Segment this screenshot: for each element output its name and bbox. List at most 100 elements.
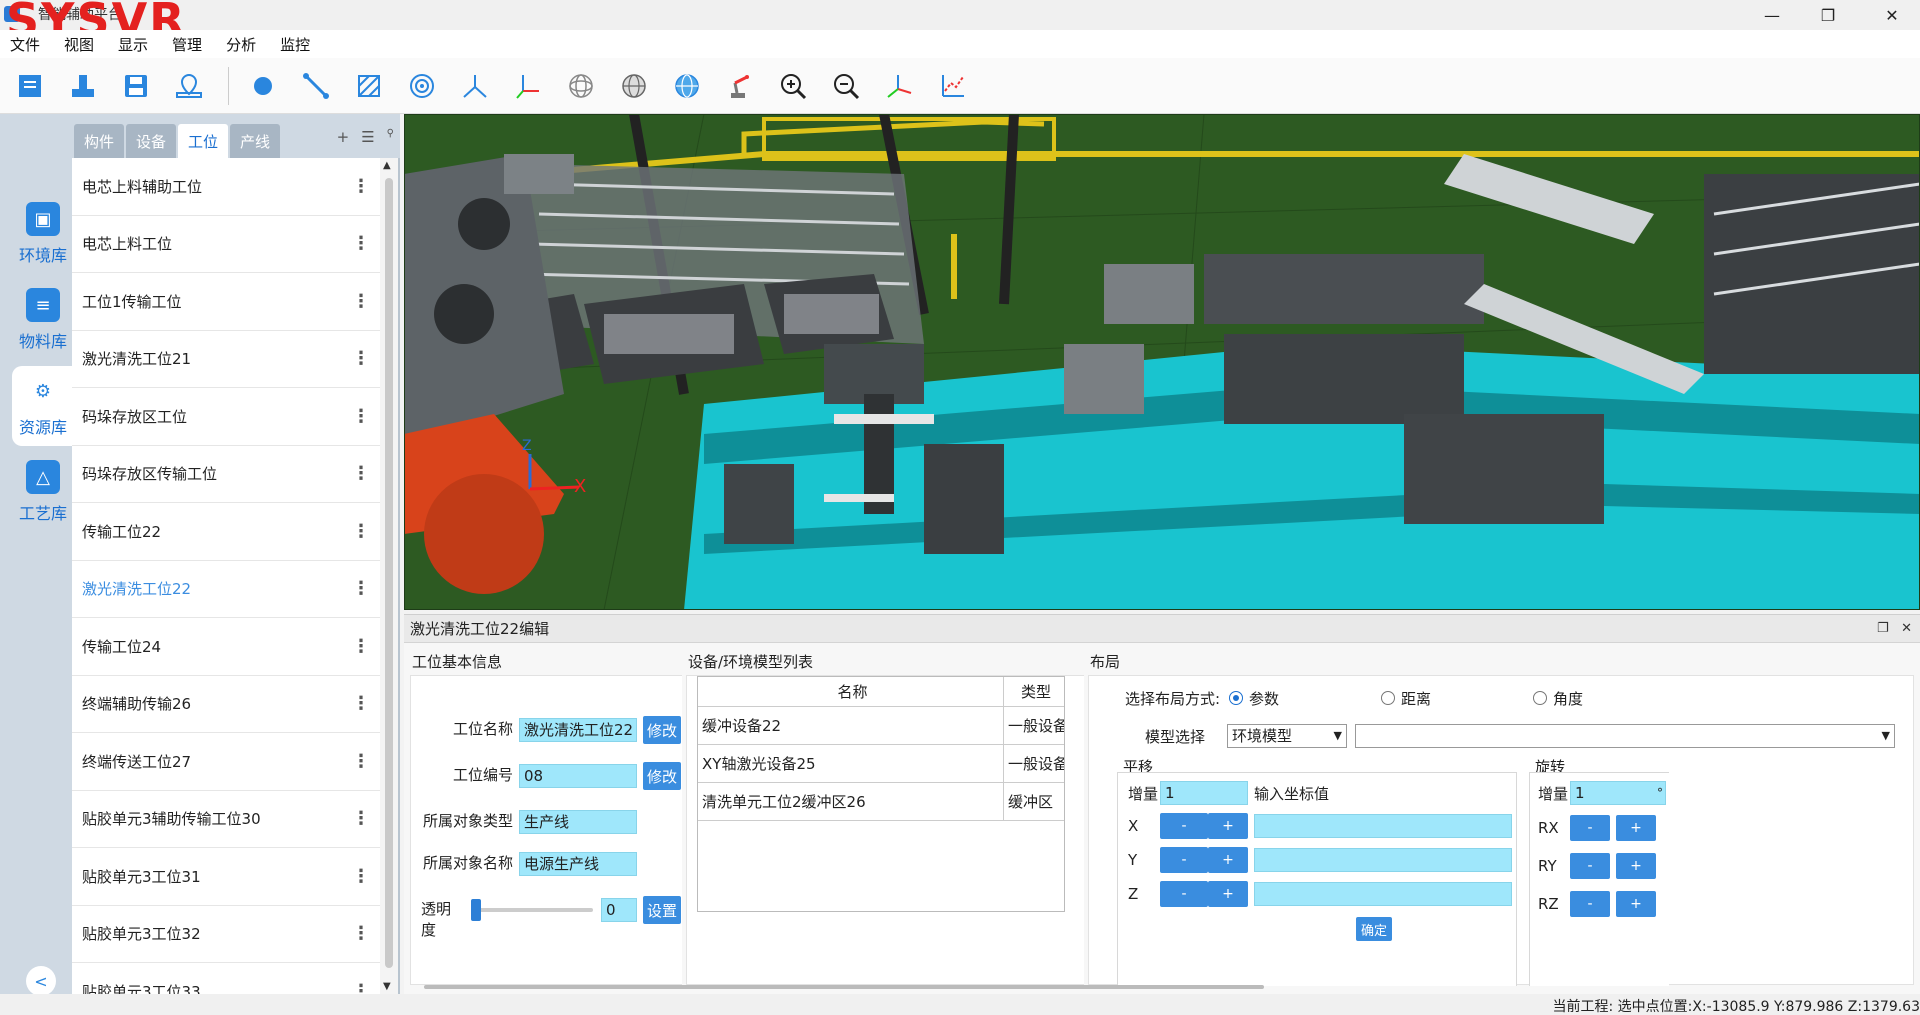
editor-close-icon[interactable]: ✕ xyxy=(1901,621,1912,636)
opacity-slider[interactable] xyxy=(473,908,593,912)
axis-icon[interactable] xyxy=(455,66,495,106)
z-minus-button[interactable]: - xyxy=(1160,881,1208,907)
rx-plus-button[interactable]: + xyxy=(1616,815,1656,841)
radio-param[interactable] xyxy=(1229,691,1243,705)
list-item[interactable]: 码垛存放区工位 ⋮ xyxy=(72,388,382,446)
collapse-button[interactable]: < xyxy=(26,966,56,996)
tab-lines[interactable]: 产线 xyxy=(230,124,280,158)
list-item[interactable]: 贴胶单元3工位31 ⋮ xyxy=(72,848,382,906)
circle-icon[interactable] xyxy=(402,66,442,106)
set-opacity-button[interactable]: 设置 xyxy=(643,896,681,924)
menu-display[interactable]: 显示 xyxy=(118,34,148,55)
more-options-icon[interactable]: ⋮ xyxy=(352,521,370,542)
menu-icon[interactable]: ☰ xyxy=(361,128,374,146)
more-options-icon[interactable]: ⋮ xyxy=(352,693,370,714)
y-minus-button[interactable]: - xyxy=(1160,847,1208,873)
location-icon[interactable] xyxy=(169,66,209,106)
zoom-in-icon[interactable] xyxy=(773,66,813,106)
more-options-icon[interactable]: ⋮ xyxy=(352,981,370,994)
more-options-icon[interactable]: ⋮ xyxy=(352,233,370,254)
sphere-wire-icon[interactable] xyxy=(561,66,601,106)
scroll-thumb[interactable] xyxy=(424,985,1264,989)
point-icon[interactable] xyxy=(243,66,283,106)
xyz-axis-icon[interactable] xyxy=(879,66,919,106)
tab-equipment[interactable]: 设备 xyxy=(126,124,176,158)
rx-minus-button[interactable]: - xyxy=(1570,815,1610,841)
restore-button[interactable]: ❐ xyxy=(1800,0,1856,30)
opacity-slider-thumb[interactable] xyxy=(471,899,481,921)
rail-item-material[interactable]: ≡ 物料库 xyxy=(12,280,74,360)
confirm-button[interactable]: 确定 xyxy=(1356,917,1392,941)
table-row[interactable]: 缓冲设备22 一般设备 xyxy=(698,707,1064,745)
x-coord-input[interactable] xyxy=(1254,814,1512,838)
station-code-field[interactable]: 08 xyxy=(519,764,637,788)
list-item[interactable]: 贴胶单元3辅助传输工位30 ⋮ xyxy=(72,791,382,848)
y-coord-input[interactable] xyxy=(1254,848,1512,872)
3d-viewport[interactable]: X Z xyxy=(404,114,1920,610)
list-item[interactable]: 工位1传输工位 ⋮ xyxy=(72,273,382,331)
scroll-down-icon[interactable]: ▼ xyxy=(383,981,391,992)
float-icon[interactable]: ❐ xyxy=(1877,621,1889,636)
editor-horizontal-scrollbar[interactable] xyxy=(424,982,1894,992)
coordinate-icon[interactable] xyxy=(508,66,548,106)
sphere-shaded-icon[interactable] xyxy=(667,66,707,106)
more-options-icon[interactable]: ⋮ xyxy=(352,866,370,887)
rail-item-environment[interactable]: ▣ 环境库 xyxy=(12,194,74,274)
table-row[interactable]: 清洗单元工位2缓冲区26 缓冲区 xyxy=(698,783,1064,821)
close-button[interactable]: ✕ xyxy=(1864,0,1920,30)
line-icon[interactable] xyxy=(296,66,336,106)
radio-distance[interactable] xyxy=(1381,691,1395,705)
rz-minus-button[interactable]: - xyxy=(1570,891,1610,917)
import-icon[interactable] xyxy=(63,66,103,106)
more-options-icon[interactable]: ⋮ xyxy=(352,578,370,599)
menu-analysis[interactable]: 分析 xyxy=(226,34,256,55)
menu-file[interactable]: 文件 xyxy=(10,34,40,55)
list-item[interactable]: 传输工位24 ⋮ xyxy=(72,618,382,676)
list-item[interactable]: 码垛存放区传输工位 ⋮ xyxy=(72,446,382,503)
list-item[interactable]: 贴胶单元3工位32 ⋮ xyxy=(72,906,382,963)
more-options-icon[interactable]: ⋮ xyxy=(352,406,370,427)
robot-icon[interactable] xyxy=(720,66,760,106)
list-item[interactable]: 激光清洗工位22 ⋮ xyxy=(72,561,382,618)
sphere-grid-icon[interactable] xyxy=(614,66,654,106)
edit-name-button[interactable]: 修改 xyxy=(643,716,681,744)
rail-item-resource[interactable]: ⚙ 资源库 xyxy=(12,366,74,446)
list-item[interactable]: 贴胶单元3工位33 ⋮ xyxy=(72,963,382,994)
edit-code-button[interactable]: 修改 xyxy=(643,762,681,790)
search-icon[interactable]: ⚲ xyxy=(387,128,394,146)
more-options-icon[interactable]: ⋮ xyxy=(352,636,370,657)
more-options-icon[interactable]: ⋮ xyxy=(352,348,370,369)
list-item[interactable]: 传输工位22 ⋮ xyxy=(72,503,382,561)
new-project-icon[interactable] xyxy=(10,66,50,106)
menu-view[interactable]: 视图 xyxy=(64,34,94,55)
model-select[interactable]: ▼ xyxy=(1355,724,1895,748)
list-scrollbar[interactable]: ▲ ▼ xyxy=(380,158,398,994)
list-item[interactable]: 电芯上料辅助工位 ⋮ xyxy=(72,158,382,216)
ry-minus-button[interactable]: - xyxy=(1570,853,1610,879)
scroll-up-icon[interactable]: ▲ xyxy=(383,160,391,171)
more-options-icon[interactable]: ⋮ xyxy=(352,463,370,484)
list-item[interactable]: 终端传送工位27 ⋮ xyxy=(72,733,382,791)
more-options-icon[interactable]: ⋮ xyxy=(352,176,370,197)
minimize-button[interactable]: — xyxy=(1744,0,1800,30)
y-plus-button[interactable]: + xyxy=(1208,847,1248,873)
model-type-select[interactable]: 环境模型 ▼ xyxy=(1227,724,1347,748)
translate-step-field[interactable]: 1 xyxy=(1160,781,1248,805)
tab-components[interactable]: 构件 xyxy=(74,124,124,158)
save-icon[interactable] xyxy=(116,66,156,106)
rail-item-process[interactable]: △ 工艺库 xyxy=(12,452,74,532)
scroll-thumb[interactable] xyxy=(385,178,393,968)
x-minus-button[interactable]: - xyxy=(1160,813,1208,839)
opacity-field[interactable]: 0 xyxy=(601,898,637,922)
z-plus-button[interactable]: + xyxy=(1208,881,1248,907)
more-options-icon[interactable]: ⋮ xyxy=(352,923,370,944)
list-item[interactable]: 激光清洗工位21 ⋮ xyxy=(72,331,382,388)
rz-plus-button[interactable]: + xyxy=(1616,891,1656,917)
table-row[interactable]: XY轴激光设备25 一般设备 xyxy=(698,745,1064,783)
ry-plus-button[interactable]: + xyxy=(1616,853,1656,879)
tab-stations[interactable]: 工位 xyxy=(178,124,228,158)
more-options-icon[interactable]: ⋮ xyxy=(352,808,370,829)
menu-monitor[interactable]: 监控 xyxy=(280,34,310,55)
z-coord-input[interactable] xyxy=(1254,882,1512,906)
x-plus-button[interactable]: + xyxy=(1208,813,1248,839)
